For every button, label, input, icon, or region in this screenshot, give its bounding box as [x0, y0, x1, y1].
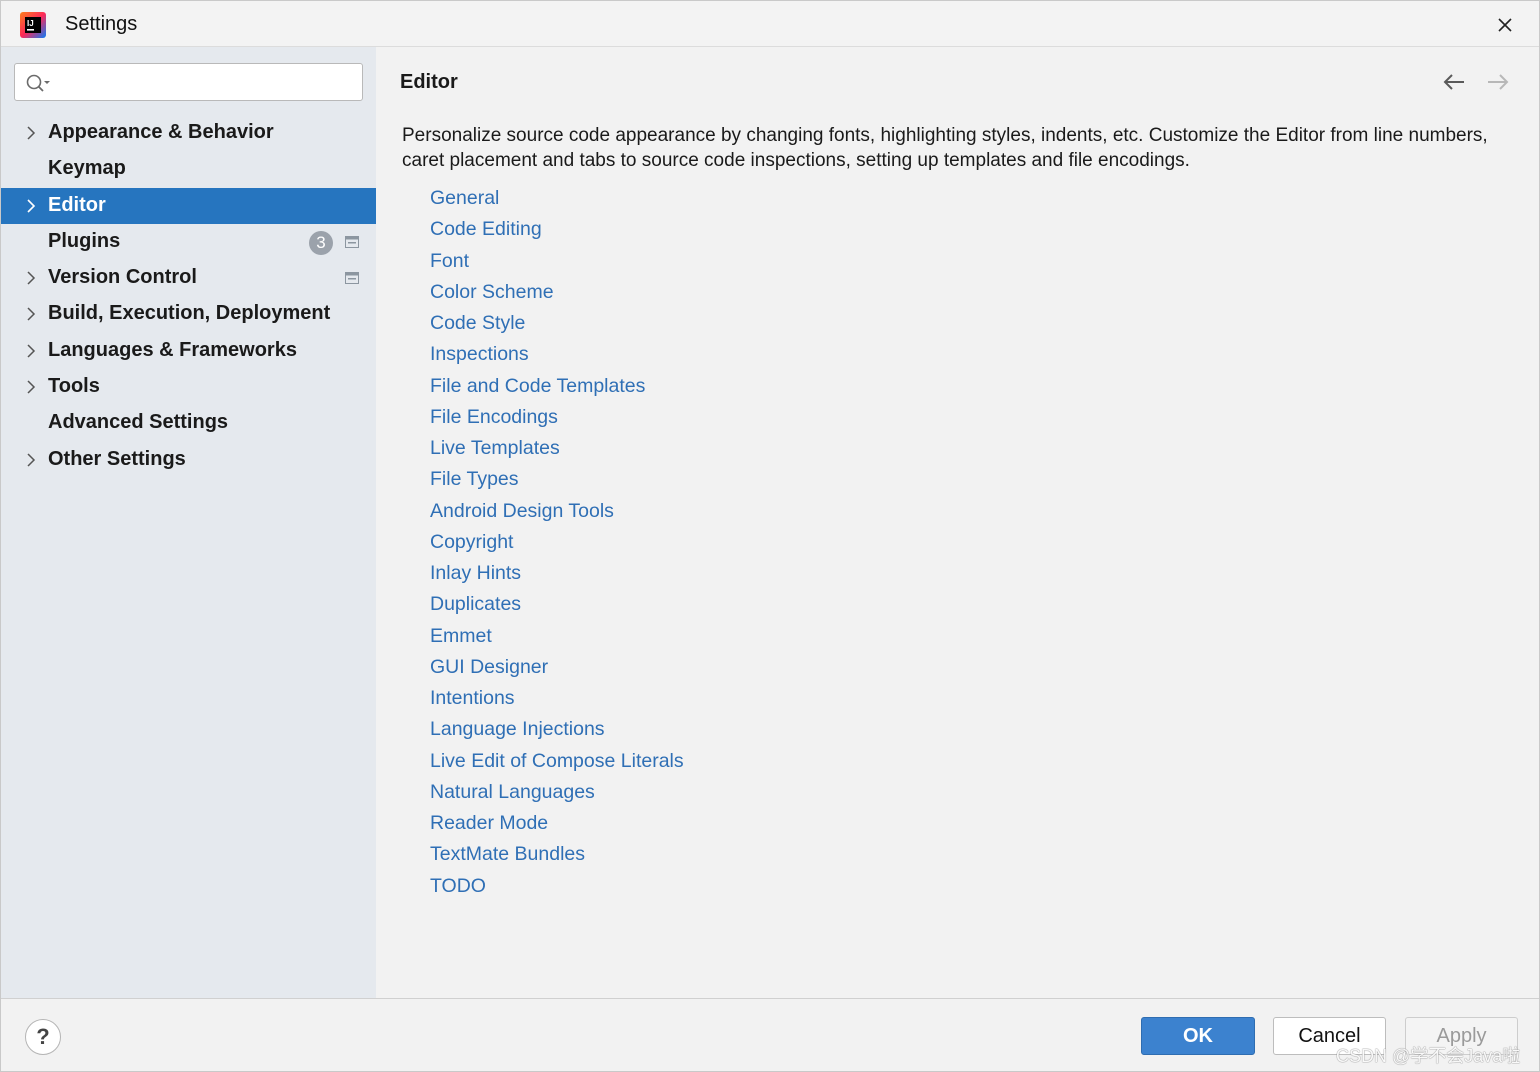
close-icon — [1498, 18, 1512, 32]
tree-item-appearance-behavior[interactable]: Appearance & Behavior — [1, 115, 376, 151]
tree-item-advanced-settings[interactable]: Advanced Settings — [1, 405, 376, 441]
tree-item-label: Keymap — [48, 157, 126, 180]
link-textmate-bundles[interactable]: TextMate Bundles — [430, 839, 930, 870]
link-code-style[interactable]: Code Style — [430, 308, 930, 339]
chevron-right-icon — [27, 344, 36, 358]
link-file-and-code-templates[interactable]: File and Code Templates — [430, 371, 930, 402]
settings-tree: Appearance & Behavior Keymap Editor Plug… — [1, 115, 376, 478]
link-file-types[interactable]: File Types — [430, 464, 930, 495]
chevron-right-icon — [27, 199, 36, 213]
tree-item-tools[interactable]: Tools — [1, 369, 376, 405]
link-copyright[interactable]: Copyright — [430, 527, 930, 558]
link-reader-mode[interactable]: Reader Mode — [430, 808, 930, 839]
link-duplicates[interactable]: Duplicates — [430, 589, 930, 620]
search-icon — [26, 74, 50, 92]
link-file-encodings[interactable]: File Encodings — [430, 402, 930, 433]
tree-item-languages-frameworks[interactable]: Languages & Frameworks — [1, 333, 376, 369]
settings-content: Editor Personalize source code appearanc… — [376, 47, 1539, 998]
chevron-right-icon — [27, 380, 36, 394]
tree-item-label: Languages & Frameworks — [48, 338, 297, 361]
ok-button[interactable]: OK — [1141, 1017, 1255, 1055]
settings-sidebar: Appearance & Behavior Keymap Editor Plug… — [1, 47, 376, 998]
tree-item-label: Build, Execution, Deployment — [48, 302, 331, 325]
link-inlay-hints[interactable]: Inlay Hints — [430, 558, 930, 589]
watermark: CSDN @学不会Java啦 — [1336, 1046, 1521, 1066]
tree-item-build-execution-deployment[interactable]: Build, Execution, Deployment — [1, 296, 376, 332]
intellij-logo-icon: IJ — [20, 12, 46, 38]
title-bar: IJ Settings — [1, 1, 1539, 47]
link-language-injections[interactable]: Language Injections — [430, 714, 930, 745]
tree-item-plugins[interactable]: Plugins 3 — [1, 224, 376, 260]
close-button[interactable] — [1489, 9, 1521, 41]
tree-item-label: Editor — [48, 193, 106, 216]
help-button[interactable]: ? — [25, 1019, 61, 1055]
chevron-right-icon — [27, 271, 36, 285]
tree-item-keymap[interactable]: Keymap — [1, 151, 376, 187]
editor-description: Personalize source code appearance by ch… — [402, 125, 1488, 171]
link-intentions[interactable]: Intentions — [430, 683, 930, 714]
tree-item-label: Appearance & Behavior — [48, 121, 274, 143]
tree-item-other-settings[interactable]: Other Settings — [1, 442, 376, 478]
settings-window: IJ Settings Appearance & Behavior Keymap… — [0, 0, 1540, 1072]
project-settings-icon — [345, 272, 359, 285]
link-code-editing[interactable]: Code Editing — [430, 214, 930, 245]
update-count-badge: 3 — [309, 230, 333, 255]
tree-item-version-control[interactable]: Version Control — [1, 260, 376, 296]
link-general[interactable]: General — [430, 183, 930, 214]
link-color-scheme[interactable]: Color Scheme — [430, 277, 930, 308]
search-input[interactable] — [59, 68, 355, 96]
search-field[interactable] — [14, 63, 363, 101]
link-font[interactable]: Font — [430, 246, 930, 277]
link-emmet[interactable]: Emmet — [430, 621, 930, 652]
link-live-templates[interactable]: Live Templates — [430, 433, 930, 464]
page-title: Editor — [400, 71, 458, 93]
tree-item-label: Version Control — [48, 266, 197, 289]
editor-subpage-links: General Code Editing Font Color Scheme Code … — [430, 183, 930, 902]
help-icon: ? — [36, 1024, 50, 1049]
link-live-edit-of-compose-literals[interactable]: Live Edit of Compose Literals — [430, 746, 930, 777]
project-settings-icon — [345, 235, 359, 248]
dialog-footer: ? OK Cancel Apply CSDN @学不会Java啦 — [1, 998, 1539, 1071]
link-gui-designer[interactable]: GUI Designer — [430, 652, 930, 683]
tree-item-label: Tools — [48, 375, 100, 398]
svg-text:IJ: IJ — [27, 19, 34, 28]
chevron-right-icon — [27, 307, 36, 322]
forward-arrow-icon[interactable] — [1484, 71, 1512, 93]
window-title: Settings — [65, 13, 138, 35]
chevron-right-icon — [27, 126, 36, 140]
link-natural-languages[interactable]: Natural Languages — [430, 777, 930, 808]
chevron-right-icon — [27, 453, 36, 467]
link-inspections[interactable]: Inspections — [430, 339, 930, 370]
link-todo[interactable]: TODO — [430, 871, 930, 902]
tree-item-editor[interactable]: Editor — [1, 187, 376, 224]
tree-item-label: Plugins — [48, 229, 121, 252]
back-arrow-icon[interactable] — [1440, 71, 1468, 93]
link-android-design-tools[interactable]: Android Design Tools — [430, 496, 930, 527]
tree-item-label: Other Settings — [48, 447, 186, 470]
tree-item-label: Advanced Settings — [48, 411, 229, 434]
